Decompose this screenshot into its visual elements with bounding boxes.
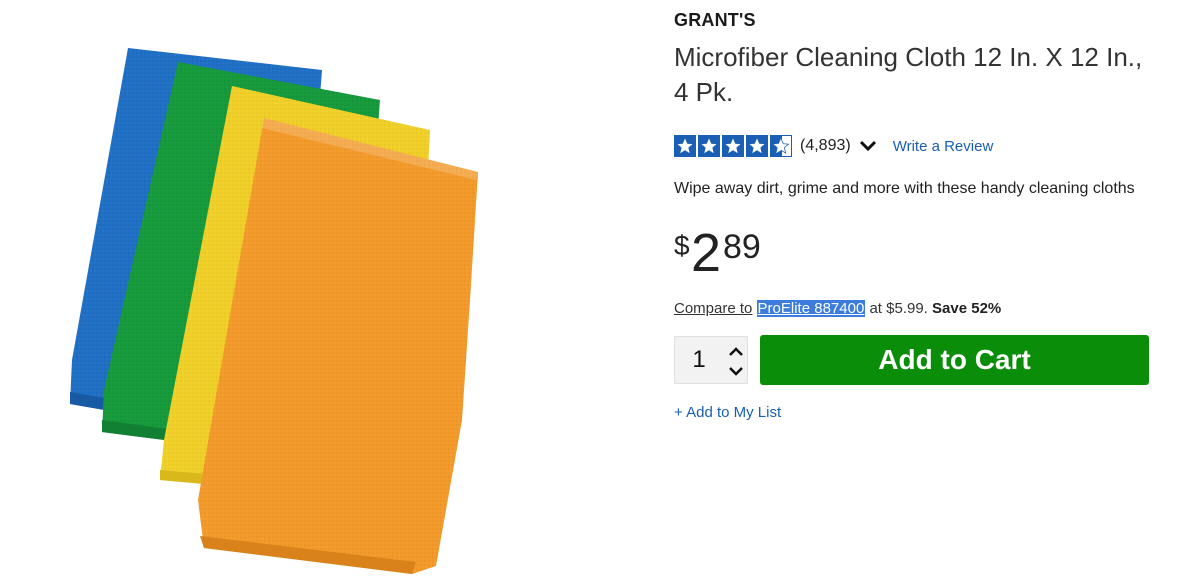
quantity-input[interactable] xyxy=(675,337,723,383)
product-image-graphic xyxy=(70,48,478,574)
compare-item-link[interactable]: ProElite 887400 xyxy=(756,300,866,317)
compare-price: Compare to ProElite 887400 at $5.99. Sav… xyxy=(674,300,1001,317)
product-title: Microfiber Cleaning Cloth 12 In. X 12 In… xyxy=(674,42,1143,107)
brand-name[interactable]: GRANT'S xyxy=(674,10,756,31)
star-rating[interactable] xyxy=(674,135,794,157)
write-review-link[interactable]: Write a Review xyxy=(893,138,994,155)
rating-count[interactable]: (4,893) xyxy=(800,137,851,155)
compare-at-price: at $5.99. xyxy=(869,300,928,317)
price-cents: 89 xyxy=(723,228,761,266)
price-whole: 2 xyxy=(691,223,722,283)
product-description: Wipe away dirt, grime and more with thes… xyxy=(674,180,1135,197)
add-to-list-link[interactable]: + Add to My List xyxy=(674,404,781,421)
star-icon xyxy=(746,135,768,157)
rating-row: (4,893) Write a Review xyxy=(674,134,993,158)
add-to-cart-button[interactable]: Add to Cart xyxy=(760,335,1149,385)
compare-to-link[interactable]: Compare to xyxy=(674,300,752,317)
save-percentage: Save 52% xyxy=(932,300,1002,317)
star-icon xyxy=(674,135,696,157)
chevron-down-icon[interactable] xyxy=(859,137,877,155)
star-icon xyxy=(698,135,720,157)
caret-up-icon[interactable] xyxy=(727,341,745,361)
star-icon xyxy=(722,135,744,157)
product-image[interactable] xyxy=(0,0,600,582)
caret-down-icon[interactable] xyxy=(727,361,745,381)
half-star-icon xyxy=(770,135,792,157)
price-currency: $ xyxy=(674,230,690,261)
quantity-stepper xyxy=(674,336,748,384)
